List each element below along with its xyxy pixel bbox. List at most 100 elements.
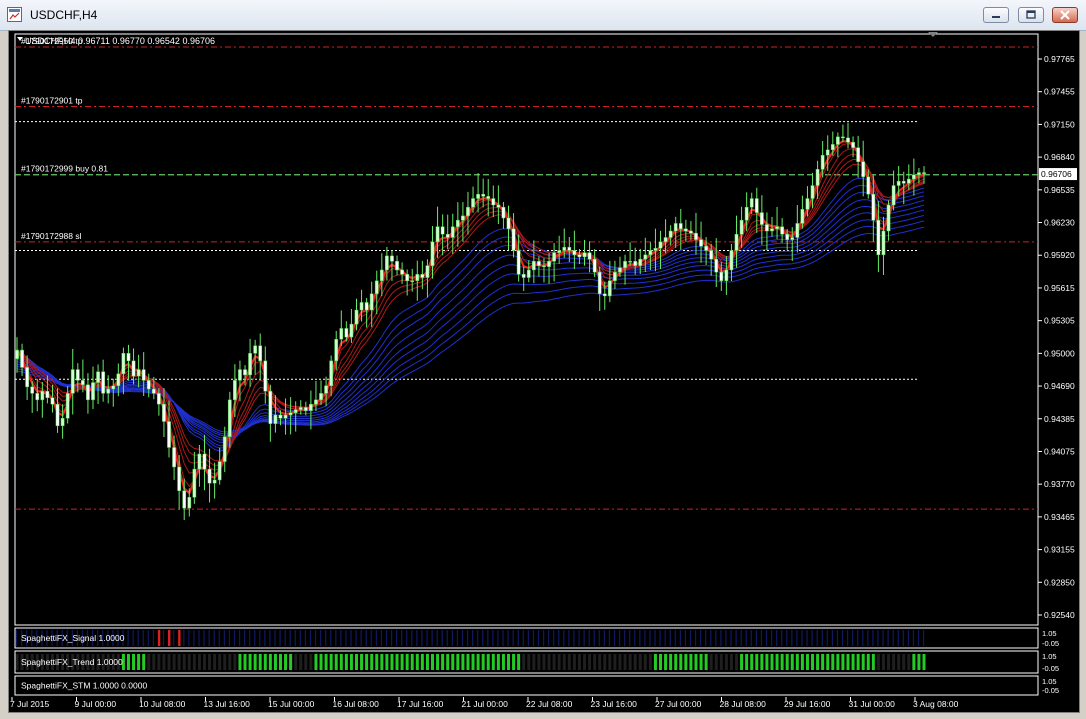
candle[interactable] (866, 176, 871, 195)
candle[interactable] (891, 185, 896, 206)
candle[interactable] (526, 269, 531, 278)
candle[interactable] (461, 215, 465, 221)
candle[interactable] (177, 466, 181, 492)
candle[interactable] (729, 250, 734, 271)
candle[interactable] (587, 252, 592, 260)
candle[interactable] (572, 250, 577, 256)
candle[interactable] (466, 206, 470, 217)
candle[interactable] (126, 353, 131, 362)
candle[interactable] (227, 399, 232, 437)
candle[interactable] (714, 258, 719, 273)
candle[interactable] (643, 254, 648, 260)
candle[interactable] (623, 261, 627, 269)
candle[interactable] (501, 206, 506, 219)
candle[interactable] (187, 497, 192, 509)
candle[interactable] (734, 233, 739, 251)
candle[interactable] (602, 293, 607, 297)
candle[interactable] (415, 274, 420, 282)
candle[interactable] (167, 421, 171, 448)
candle[interactable] (633, 261, 638, 266)
candle[interactable] (653, 248, 658, 251)
candle[interactable] (50, 397, 55, 405)
candle[interactable] (856, 147, 860, 162)
candle[interactable] (420, 274, 425, 278)
candle[interactable] (390, 255, 394, 262)
candle[interactable] (324, 385, 328, 394)
candle[interactable] (577, 254, 582, 258)
candle[interactable] (537, 261, 541, 266)
candle[interactable] (212, 479, 217, 484)
candle[interactable] (35, 393, 40, 401)
candle[interactable] (243, 369, 247, 376)
candle[interactable] (491, 198, 496, 206)
candle[interactable] (557, 250, 562, 253)
candle[interactable] (379, 269, 384, 282)
candle[interactable] (75, 369, 80, 381)
candle[interactable] (912, 174, 916, 180)
candle[interactable] (298, 407, 303, 410)
candle[interactable] (531, 261, 536, 271)
candle[interactable] (233, 380, 237, 401)
order-label[interactable]: #1790172988 sl (21, 231, 82, 241)
candle[interactable] (86, 384, 90, 401)
candle[interactable] (405, 274, 410, 282)
candle[interactable] (445, 233, 450, 238)
candle[interactable] (440, 226, 445, 235)
candle[interactable] (597, 271, 602, 295)
candle[interactable] (15, 349, 19, 359)
candle[interactable] (815, 169, 820, 186)
candle[interactable] (744, 206, 749, 221)
candle[interactable] (648, 250, 653, 256)
candle[interactable] (288, 412, 293, 416)
candle[interactable] (60, 418, 65, 427)
candle[interactable] (770, 228, 774, 232)
candle[interactable] (197, 453, 202, 470)
candle[interactable] (765, 224, 769, 232)
candle[interactable] (511, 228, 516, 251)
candle[interactable] (410, 280, 415, 283)
candle[interactable] (273, 414, 278, 424)
candle[interactable] (871, 193, 876, 221)
candle[interactable] (364, 302, 369, 311)
candle[interactable] (238, 369, 242, 381)
candle[interactable] (359, 302, 364, 311)
candle[interactable] (455, 219, 460, 227)
candle[interactable] (592, 258, 597, 273)
candle[interactable] (136, 369, 141, 377)
candle[interactable] (607, 280, 612, 297)
candle[interactable] (106, 388, 111, 394)
candle[interactable] (263, 360, 268, 392)
candle[interactable] (749, 198, 754, 208)
candle[interactable] (694, 232, 698, 240)
candle[interactable] (709, 250, 714, 260)
candle[interactable] (430, 241, 435, 266)
candle[interactable] (314, 399, 318, 405)
candle[interactable] (385, 255, 389, 271)
candle[interactable] (303, 407, 308, 411)
candle[interactable] (820, 154, 825, 170)
candle[interactable] (258, 345, 263, 362)
candle[interactable] (268, 390, 273, 424)
candle[interactable] (248, 353, 252, 376)
candle[interactable] (683, 228, 688, 232)
candle[interactable] (780, 226, 784, 235)
candle[interactable] (795, 223, 800, 238)
candle[interactable] (851, 141, 855, 148)
candle[interactable] (658, 241, 663, 249)
candle[interactable] (704, 245, 708, 251)
candle[interactable] (552, 252, 556, 262)
candle[interactable] (760, 212, 764, 225)
chart-area[interactable]: #1790172950 tp #1790172901 tp #1790172999 … (8, 30, 1080, 713)
candle[interactable] (481, 193, 486, 197)
candle[interactable] (785, 233, 790, 240)
candle[interactable] (613, 271, 617, 282)
indicator-panel[interactable] (14, 675, 1039, 696)
candle[interactable] (896, 180, 901, 186)
candle[interactable] (825, 149, 830, 156)
candle[interactable] (151, 388, 156, 394)
candle[interactable] (450, 226, 455, 238)
candle[interactable] (876, 219, 881, 256)
candle[interactable] (719, 271, 724, 282)
candle[interactable] (96, 371, 100, 383)
candle[interactable] (628, 261, 632, 263)
